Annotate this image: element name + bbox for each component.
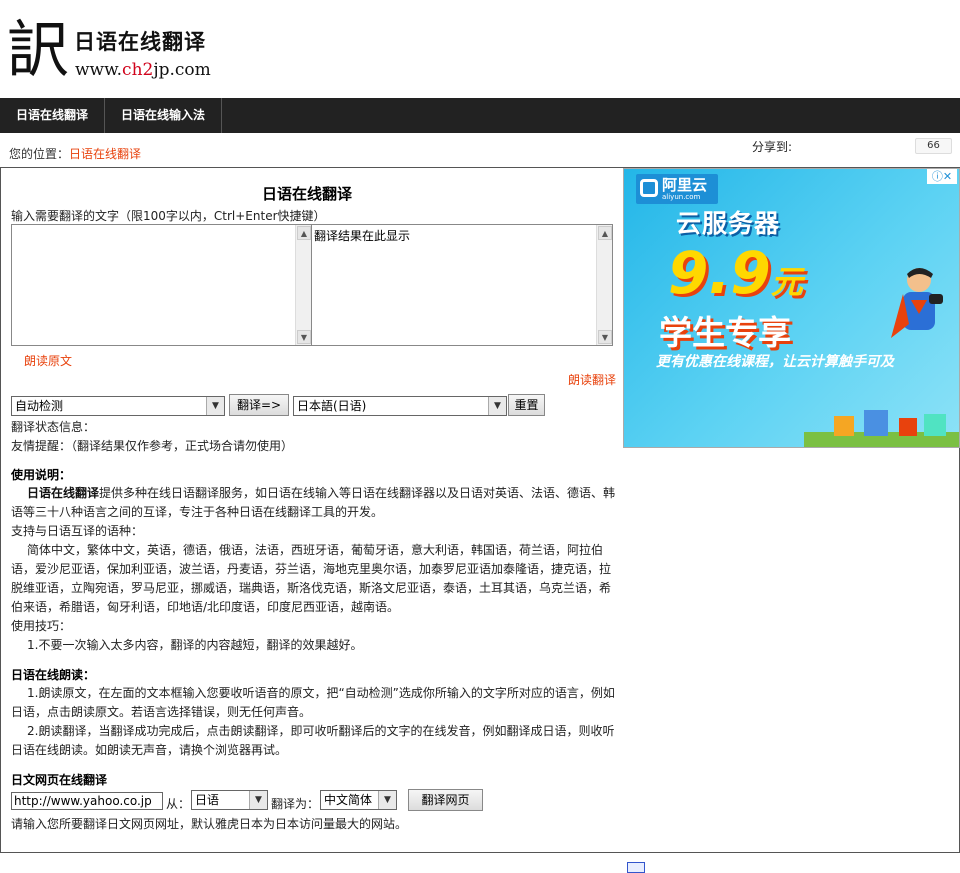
target-language-value: 日本語(日语) <box>297 399 367 413</box>
logo-url-pre: www. <box>75 60 123 80</box>
langs-list: 简体中文，繁体中文，英语，德语，俄语，法语，西班牙语，葡萄牙语，意大利语，韩国语… <box>11 543 612 614</box>
nav-item-input-method[interactable]: 日语在线输入法 <box>105 98 222 133</box>
main-nav: 日语在线翻译 日语在线输入法 <box>0 98 960 133</box>
page-title: 日语在线翻译 <box>262 185 353 203</box>
url-hint: 请输入您所要翻译日文网页网址，默认雅虎日本为日本访问量最大的网站。 <box>11 817 408 831</box>
reading-p1: 1.朗读原文，在左面的文本框输入您要收听语音的原文，把“自动检测”选成你所输入的… <box>11 686 615 719</box>
webpage-from-select[interactable]: 日语 ▼ <box>191 790 268 810</box>
read-source-link[interactable]: 朗读原文 <box>24 352 72 369</box>
ad-close-icon[interactable]: ⓘ✕ <box>927 169 957 184</box>
webpage-to-select[interactable]: 中文简体 ▼ <box>320 790 397 810</box>
breadcrumb: 您的位置：日语在线翻译 <box>9 145 141 162</box>
tips-title: 使用技巧： <box>11 619 72 633</box>
translate-webpage-button[interactable]: 翻译网页 <box>408 789 483 811</box>
logo-url[interactable]: www.ch2jp.com <box>75 60 211 80</box>
city-illustration-icon <box>804 410 959 447</box>
scroll-up-icon[interactable]: ▲ <box>598 226 612 240</box>
superhero-icon <box>891 268 943 338</box>
logo-title[interactable]: 日语在线翻译 <box>74 26 206 56</box>
share-label: 分享到: <box>752 140 793 154</box>
result-scrollbar[interactable]: ▲ ▼ <box>596 225 612 345</box>
webpage-title: 日文网页在线翻译 <box>11 773 108 787</box>
aliyun-logo: 阿里云 aliyun.com <box>636 174 718 204</box>
source-language-value: 自动检测 <box>15 399 64 413</box>
share-count-badge[interactable]: 66 <box>915 138 952 154</box>
chevron-down-icon[interactable]: ▼ <box>488 397 506 415</box>
ad-headline: 云服务器 <box>676 209 781 238</box>
ad-tagline: 更有优惠在线课程，让云计算触手可及 <box>656 354 894 370</box>
logo-url-post: jp.com <box>153 60 211 80</box>
source-scrollbar[interactable]: ▲ ▼ <box>295 225 311 345</box>
breadcrumb-current-link[interactable]: 日语在线翻译 <box>69 147 141 161</box>
usage-intro: 日语在线翻译提供多种在线日语翻译服务，如日语在线输入等日语在线翻译器以及日语对英… <box>11 484 616 522</box>
chevron-down-icon[interactable]: ▼ <box>249 791 267 809</box>
breadcrumb-prefix: 您的位置： <box>9 147 70 161</box>
result-text: 翻译结果在此显示 <box>314 229 411 243</box>
reading-p2: 2.朗读翻译，当翻译成功完成后，点击朗读翻译，即可收听翻译后的文字的在线发音，例… <box>11 724 615 757</box>
aliyun-logo-icon <box>640 179 658 197</box>
webpage-to-value: 中文简体 <box>324 793 373 807</box>
logo-kanji[interactable]: 訳 <box>7 12 69 88</box>
tip-text: 友情提醒：（翻译结果仅作参考，正式场合请勿使用） <box>11 439 294 453</box>
read-result-link[interactable]: 朗读翻译 <box>568 371 616 388</box>
status-text: 翻译状态信息： <box>11 420 96 434</box>
reading-title: 日语在线朗读： <box>11 668 96 682</box>
ad-price: 9.9元 <box>668 239 803 307</box>
scroll-up-icon[interactable]: ▲ <box>297 226 311 240</box>
tips-item: 1.不要一次输入太多内容，翻译的内容越短，翻译的效果越好。 <box>27 638 363 652</box>
site-header: 訳 日语在线翻译 www.ch2jp.com <box>0 0 960 98</box>
usage-intro-text: 提供多种在线日语翻译服务，如日语在线输入等日语在线翻译器以及日语对英语、法语、德… <box>11 486 616 519</box>
ad-price-unit: 元 <box>770 263 803 301</box>
langs-title: 支持与日语互译的语种： <box>11 524 144 538</box>
usage-intro-bold: 日语在线翻译 <box>27 486 100 500</box>
chevron-down-icon[interactable]: ▼ <box>206 397 224 415</box>
ad-subheadline: 学生专享 <box>659 313 791 352</box>
input-hint: 输入需要翻译的文字（限100字以内，Ctrl+Enter快捷键） <box>11 209 326 223</box>
translate-button[interactable]: 翻译=> <box>229 394 289 416</box>
source-textarea[interactable]: ▲ ▼ <box>11 224 312 346</box>
result-textarea[interactable]: 翻译结果在此显示 ▲ ▼ <box>311 224 613 346</box>
nav-item-translate[interactable]: 日语在线翻译 <box>0 98 105 133</box>
target-language-select[interactable]: 日本語(日语) ▼ <box>293 396 507 416</box>
webpage-from-value: 日语 <box>195 793 220 807</box>
url-input[interactable]: http://www.yahoo.co.jp <box>11 792 163 810</box>
scroll-down-icon[interactable]: ▼ <box>297 330 311 344</box>
reset-button[interactable]: 重置 <box>508 394 545 416</box>
stats-icon[interactable] <box>627 862 645 873</box>
ad-banner[interactable]: 阿里云 aliyun.com ⓘ✕ 云服务器 9.9元 学生专享 更有优惠在线课… <box>623 168 960 448</box>
chevron-down-icon[interactable]: ▼ <box>378 791 396 809</box>
ad-price-value: 9.9 <box>668 239 771 307</box>
ad-brand-sub: aliyun.com <box>662 193 701 201</box>
to-label: 翻译为： <box>271 797 320 811</box>
scroll-down-icon[interactable]: ▼ <box>598 330 612 344</box>
usage-title: 使用说明： <box>11 468 72 482</box>
logo-url-highlight: ch2 <box>122 60 154 80</box>
source-language-select[interactable]: 自动检测 ▼ <box>11 396 225 416</box>
from-label: 从： <box>166 797 191 811</box>
